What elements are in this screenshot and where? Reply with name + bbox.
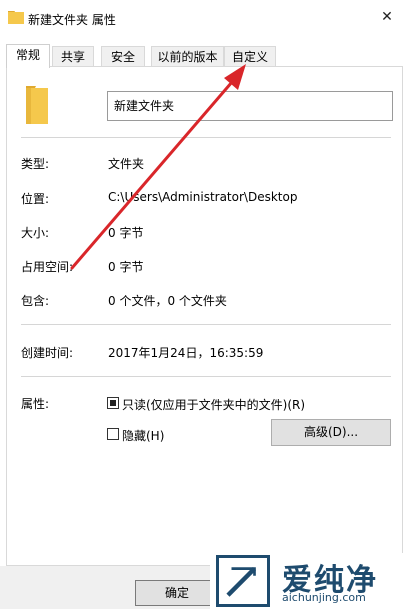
folder-name-input[interactable]: 新建文件夹 xyxy=(107,91,393,121)
watermark: 爱纯净 aichunjing.com xyxy=(210,553,409,609)
title-bar: 新建文件夹 属性 ✕ xyxy=(0,0,409,38)
advanced-button[interactable]: 高级(D)... xyxy=(271,419,391,446)
created-label: 创建时间: xyxy=(21,346,74,360)
size-on-disk-value: 0 字节 xyxy=(108,260,144,274)
location-label: 位置: xyxy=(21,192,50,206)
window-title: 新建文件夹 属性 xyxy=(28,13,116,27)
tab-sharing[interactable]: 共享 xyxy=(52,46,94,66)
watermark-url: aichunjing.com xyxy=(282,591,366,604)
readonly-label: 只读(仅应用于文件夹中的文件)(R) xyxy=(122,398,306,412)
size-label: 大小: xyxy=(21,226,50,240)
folder-icon-large xyxy=(26,86,48,124)
attributes-label: 属性: xyxy=(21,397,50,411)
size-on-disk-label: 占用空间: xyxy=(21,260,74,274)
readonly-checkbox[interactable] xyxy=(107,397,119,409)
contains-value: 0 个文件，0 个文件夹 xyxy=(108,294,227,308)
created-value: 2017年1月24日，16:35:59 xyxy=(108,346,264,360)
divider xyxy=(21,376,391,377)
site-logo-icon xyxy=(216,555,270,607)
tab-previous-versions[interactable]: 以前的版本 xyxy=(151,46,224,66)
close-button[interactable]: ✕ xyxy=(373,6,401,28)
ok-button[interactable]: 确定 xyxy=(135,580,219,606)
hidden-checkbox[interactable] xyxy=(107,428,119,440)
tab-general[interactable]: 常规 xyxy=(6,44,50,68)
hidden-label: 隐藏(H) xyxy=(122,429,165,443)
general-panel xyxy=(6,66,403,566)
location-value: C:\Users\Administrator\Desktop xyxy=(108,190,298,204)
type-label: 类型: xyxy=(21,157,50,171)
divider xyxy=(21,137,391,138)
divider xyxy=(21,324,391,325)
folder-icon xyxy=(8,11,24,24)
contains-label: 包含: xyxy=(21,294,50,308)
tab-customize[interactable]: 自定义 xyxy=(224,46,276,66)
type-value: 文件夹 xyxy=(108,157,145,171)
size-value: 0 字节 xyxy=(108,226,144,240)
tab-security[interactable]: 安全 xyxy=(101,46,145,66)
